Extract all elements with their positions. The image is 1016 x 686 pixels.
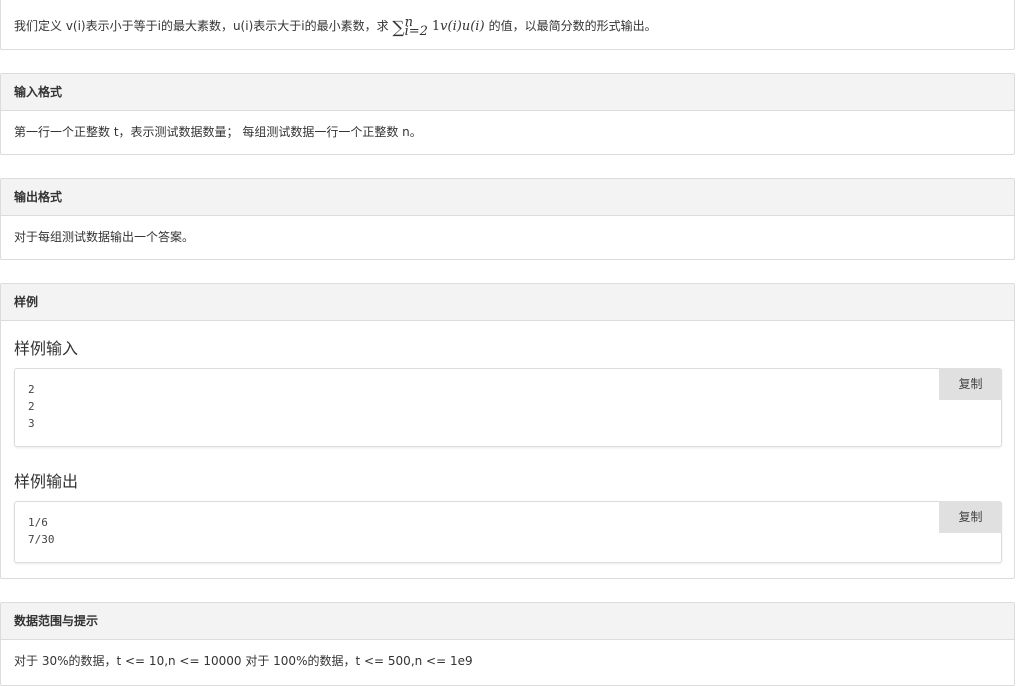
input-format-title: 输入格式 (1, 74, 1014, 111)
sample-output-content[interactable]: 1/6 7/30 (15, 502, 1001, 548)
sum-symbol: ∑ (392, 18, 405, 38)
input-format-body: 第一行一个正整数 t，表示测试数据数量； 每组测试数据一行一个正整数 n。 (1, 111, 1014, 153)
hints-body: 对于 30%的数据，t <= 10,n <= 10000 对于 100%的数据，… (1, 640, 1014, 682)
sample-input-title: 样例输入 (14, 339, 79, 358)
formula-arg2: (i) (470, 19, 485, 34)
description-suffix: 的值，以最简分数的形式输出。 (488, 19, 657, 33)
sum-lower: i=2 (404, 24, 428, 39)
hints-card: 数据范围与提示 对于 30%的数据，t <= 10,n <= 10000 对于 … (0, 602, 1015, 686)
sample-output-title: 样例输出 (14, 472, 79, 491)
output-format-body: 对于每组测试数据输出一个答案。 (1, 216, 1014, 258)
formula-u: u (461, 19, 471, 34)
formula-v: v (440, 19, 448, 34)
hints-text: 对于 30%的数据，t <= 10,n <= 10000 对于 100%的数据，… (14, 654, 473, 668)
description-card: 我们定义 v(i)表示小于等于i的最大素数，u(i)表示大于i的最小素数，求 ∑… (0, 0, 1015, 50)
sum-formula: ∑ n i=2 1v(i)u(i) (392, 16, 488, 39)
description-body: 我们定义 v(i)表示小于等于i的最大素数，u(i)表示大于i的最小素数，求 ∑… (1, 0, 1014, 49)
output-format-title: 输出格式 (1, 179, 1014, 216)
hints-title: 数据范围与提示 (1, 603, 1014, 640)
copy-output-button[interactable]: 复制 (939, 501, 1002, 533)
output-format-card: 输出格式 对于每组测试数据输出一个答案。 (0, 178, 1015, 260)
sum-limits: n i=2 (404, 16, 428, 39)
sample-input-content[interactable]: 2 2 3 (15, 369, 1001, 432)
description-text: 我们定义 v(i)表示小于等于i的最大素数，u(i)表示大于i的最小素数，求 ∑… (14, 0, 1001, 49)
formula-lead: 1 (431, 19, 441, 34)
sample-input-box: 2 2 3 复制 (14, 368, 1002, 447)
samples-title: 样例 (1, 284, 1014, 321)
output-format-text: 对于每组测试数据输出一个答案。 (14, 230, 195, 244)
description-prefix: 我们定义 v(i)表示小于等于i的最大素数，u(i)表示大于i的最小素数，求 (14, 19, 389, 33)
input-format-card: 输入格式 第一行一个正整数 t，表示测试数据数量； 每组测试数据一行一个正整数 … (0, 73, 1015, 155)
copy-input-button[interactable]: 复制 (939, 368, 1002, 400)
input-format-text: 第一行一个正整数 t，表示测试数据数量； 每组测试数据一行一个正整数 n。 (14, 125, 422, 139)
formula-arg1: (i) (447, 19, 462, 34)
sample-output-box: 1/6 7/30 复制 (14, 501, 1002, 563)
samples-card: 样例 样例输入 2 2 3 复制 样例输出 1/6 7/30 复制 (0, 283, 1015, 579)
